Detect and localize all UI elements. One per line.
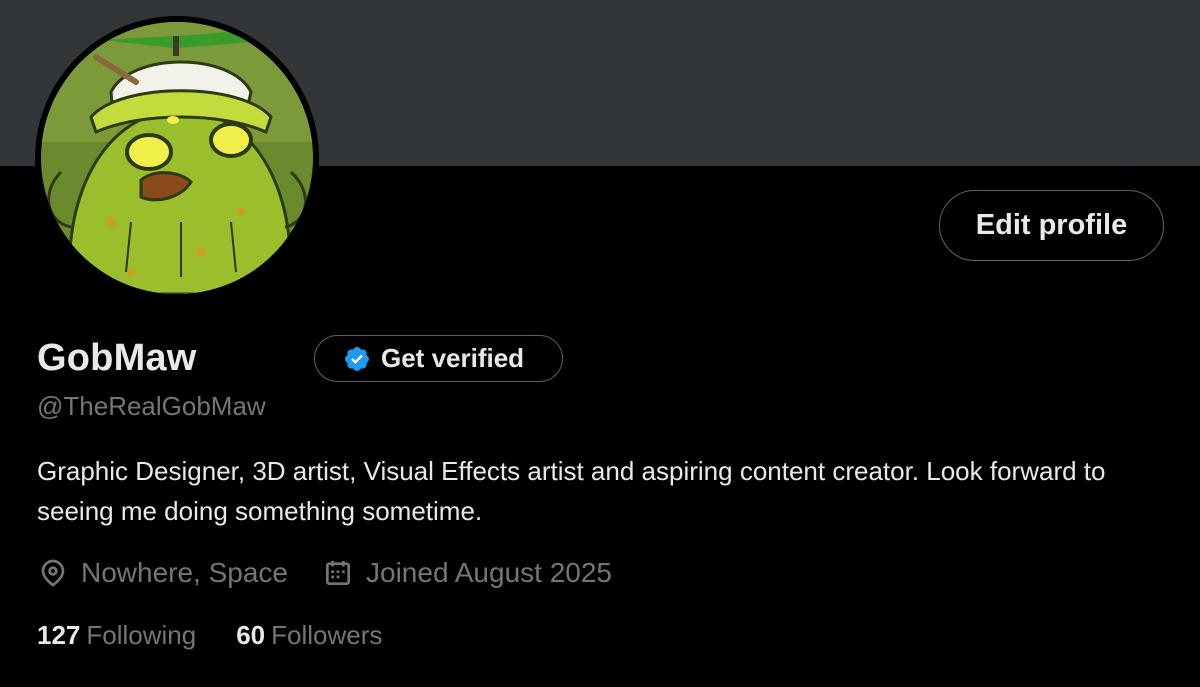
joined-text: Joined August 2025 — [366, 557, 612, 588]
user-handle: @TheRealGobMaw — [37, 391, 266, 421]
get-verified-button[interactable]: Get verified — [314, 335, 563, 382]
avatar[interactable] — [35, 16, 319, 300]
avatar-image — [41, 22, 313, 294]
location-pin-icon — [41, 559, 65, 587]
follow-stats: 127 Following 60 Followers — [37, 615, 422, 655]
joined-item: Joined August 2025 — [322, 557, 612, 589]
followers-count: 60 — [236, 619, 266, 650]
followers-label: Followers — [271, 619, 383, 650]
following-label: Following — [86, 619, 197, 650]
edit-profile-button[interactable]: Edit profile — [939, 190, 1164, 261]
verified-badge-icon — [345, 346, 369, 371]
display-name: GobMaw — [37, 337, 197, 379]
calendar-icon — [326, 561, 351, 585]
get-verified-label: Get verified — [381, 343, 525, 373]
followers-link[interactable]: 60 Followers — [236, 620, 382, 651]
profile-bio: Graphic Designer, 3D artist, Visual Effe… — [37, 456, 1106, 526]
profile-meta: Nowhere, Space Joined August 2025 — [37, 553, 646, 593]
following-link[interactable]: 127 Following — [37, 620, 196, 651]
location-text: Nowhere, Space — [81, 557, 289, 588]
location-item: Nowhere, Space — [37, 557, 288, 589]
following-count: 127 — [37, 619, 81, 650]
